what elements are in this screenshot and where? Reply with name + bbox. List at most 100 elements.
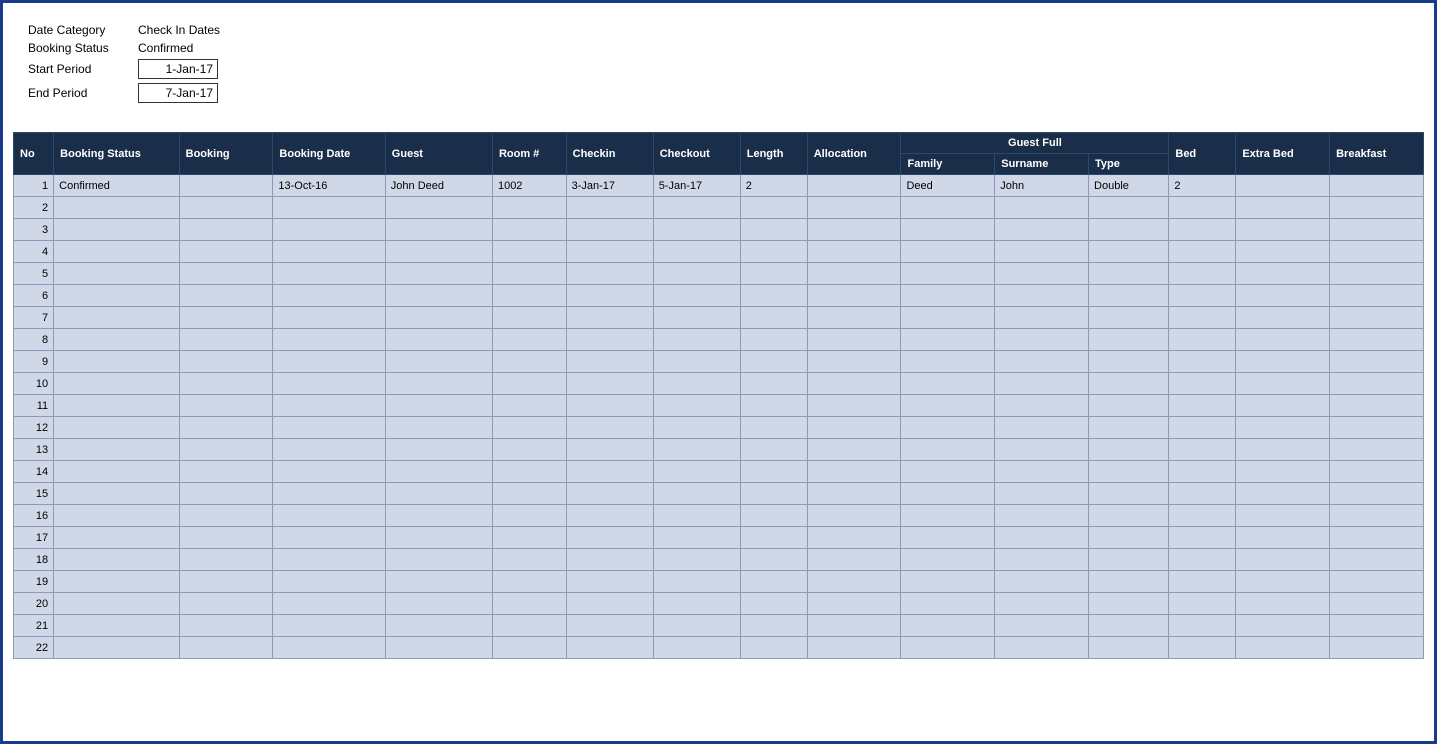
cell-empty — [901, 417, 995, 439]
cell-empty — [1169, 417, 1236, 439]
cell-empty: 14 — [14, 461, 54, 483]
table-row: 1 Confirmed 13-Oct-16 John Deed 1002 3-J… — [14, 175, 1424, 197]
cell-empty — [1169, 241, 1236, 263]
cell-empty — [492, 549, 566, 571]
cell-empty — [566, 219, 653, 241]
cell-empty — [1236, 461, 1330, 483]
cell-empty — [54, 527, 179, 549]
col-bed-header: Bed — [1169, 133, 1236, 175]
cell-empty — [901, 483, 995, 505]
cell-empty — [807, 527, 901, 549]
cell-empty — [901, 549, 995, 571]
cell-empty — [385, 417, 492, 439]
cell-room: 1002 — [492, 175, 566, 197]
cell-empty — [492, 505, 566, 527]
cell-empty — [1089, 417, 1169, 439]
cell-empty: 15 — [14, 483, 54, 505]
cell-empty — [807, 197, 901, 219]
cell-empty — [1236, 549, 1330, 571]
cell-empty — [807, 593, 901, 615]
cell-empty — [1089, 593, 1169, 615]
cell-empty — [1089, 527, 1169, 549]
cell-empty — [1089, 219, 1169, 241]
cell-empty — [492, 461, 566, 483]
cell-empty — [1330, 439, 1424, 461]
cell-empty — [385, 461, 492, 483]
cell-empty — [1169, 285, 1236, 307]
cell-empty — [1236, 417, 1330, 439]
col-surname-header: Surname — [995, 154, 1089, 175]
table-row: 13 — [14, 439, 1424, 461]
cell-empty — [901, 351, 995, 373]
cell-empty — [273, 395, 385, 417]
cell-empty — [995, 571, 1089, 593]
cell-empty — [179, 307, 273, 329]
cell-empty — [1089, 351, 1169, 373]
cell-empty — [740, 263, 807, 285]
cell-empty — [566, 527, 653, 549]
cell-empty — [1169, 197, 1236, 219]
end-period-row: End Period — [28, 83, 1409, 103]
cell-empty — [901, 615, 995, 637]
cell-empty — [995, 351, 1089, 373]
cell-empty — [566, 439, 653, 461]
cell-empty — [1089, 637, 1169, 659]
cell-empty — [740, 615, 807, 637]
cell-empty — [740, 439, 807, 461]
cell-empty — [740, 307, 807, 329]
cell-empty — [54, 571, 179, 593]
cell-empty — [1089, 285, 1169, 307]
cell-empty: 7 — [14, 307, 54, 329]
cell-empty — [653, 307, 740, 329]
cell-empty — [492, 197, 566, 219]
cell-empty — [807, 241, 901, 263]
cell-empty — [995, 197, 1089, 219]
cell-empty: 5 — [14, 263, 54, 285]
start-period-label: Start Period — [28, 62, 138, 76]
start-period-input[interactable] — [138, 59, 218, 79]
cell-empty — [273, 527, 385, 549]
cell-empty — [54, 417, 179, 439]
cell-empty — [179, 461, 273, 483]
cell-empty — [1169, 439, 1236, 461]
cell-empty — [995, 395, 1089, 417]
bookings-table: No Booking Status Booking Booking Date G… — [13, 132, 1424, 659]
table-row: 11 — [14, 395, 1424, 417]
cell-empty — [54, 483, 179, 505]
cell-empty — [807, 351, 901, 373]
end-period-input[interactable] — [138, 83, 218, 103]
cell-empty — [566, 395, 653, 417]
col-guestfull-header: Guest Full — [901, 133, 1169, 154]
cell-empty — [1236, 263, 1330, 285]
cell-empty — [995, 285, 1089, 307]
table-row: 7 — [14, 307, 1424, 329]
cell-empty — [901, 527, 995, 549]
col-status-header: Booking Status — [54, 133, 179, 175]
cell-empty — [273, 329, 385, 351]
cell-empty — [385, 571, 492, 593]
cell-empty — [179, 439, 273, 461]
cell-empty — [653, 417, 740, 439]
cell-empty — [273, 197, 385, 219]
cell-empty — [273, 615, 385, 637]
cell-empty — [653, 615, 740, 637]
cell-empty — [179, 373, 273, 395]
filter-section: Date Category Check In Dates Booking Sta… — [13, 13, 1424, 122]
cell-empty — [1330, 197, 1424, 219]
cell-empty — [566, 593, 653, 615]
cell-checkin: 3-Jan-17 — [566, 175, 653, 197]
cell-empty — [273, 505, 385, 527]
cell-empty — [901, 571, 995, 593]
cell-empty — [385, 615, 492, 637]
cell-empty — [1236, 637, 1330, 659]
cell-empty — [1236, 395, 1330, 417]
col-room-header: Room # — [492, 133, 566, 175]
cell-empty — [901, 329, 995, 351]
cell-empty — [385, 439, 492, 461]
cell-empty — [492, 615, 566, 637]
cell-empty — [566, 263, 653, 285]
cell-empty — [653, 505, 740, 527]
table-row: 5 — [14, 263, 1424, 285]
table-row: 22 — [14, 637, 1424, 659]
cell-guest: John Deed — [385, 175, 492, 197]
